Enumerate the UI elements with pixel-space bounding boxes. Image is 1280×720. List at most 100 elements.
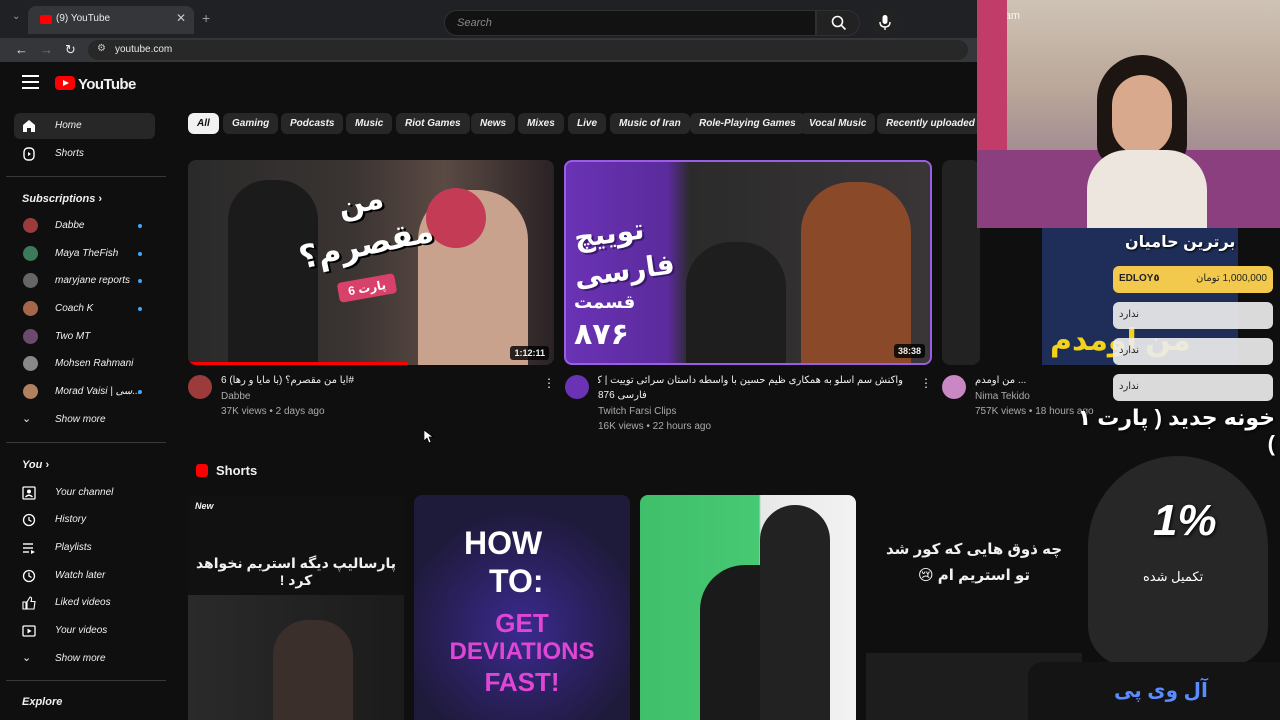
- chip-music[interactable]: Music: [346, 113, 393, 134]
- channel-avatar[interactable]: [565, 375, 589, 399]
- sidebar-item-watch-later[interactable]: Watch later: [14, 563, 155, 589]
- video-thumbnail[interactable]: توییچ فارسی قسمت ۸۷۶ 38:38: [564, 160, 932, 365]
- show-more-subscriptions[interactable]: ⌄ Show more: [14, 407, 155, 433]
- channel-name[interactable]: Nima Tekido: [975, 391, 1030, 402]
- chip-all[interactable]: All: [188, 113, 219, 134]
- search-button[interactable]: [816, 10, 860, 36]
- sidebar-item-subscription[interactable]: maryjane reports: [14, 268, 155, 294]
- video-title[interactable]: واکنش سم اسلو به همکاری ظیم حسین با واسط…: [598, 375, 903, 386]
- chip-news[interactable]: News: [471, 113, 516, 134]
- subscription-label: Coach K: [55, 303, 94, 314]
- youtube-logo-text[interactable]: YouTube: [78, 76, 136, 93]
- subscription-label: maryjane reports: [55, 275, 131, 286]
- voice-search-button[interactable]: [872, 10, 898, 36]
- short-text: HOW: [464, 525, 543, 561]
- short-card[interactable]: New پارسالیپ دیگه استریم نخواهد کرد !: [188, 495, 404, 720]
- sidebar-item-subscription[interactable]: Dabbe: [14, 213, 155, 239]
- channel-avatar[interactable]: [942, 375, 966, 399]
- video-title-text: آیا من مقصرم؟ (با مایا و رها) 6#: [221, 375, 354, 386]
- short-text: DEVIATIONS: [449, 638, 595, 665]
- forward-icon[interactable]: →: [40, 42, 53, 57]
- chip-recently-uploaded[interactable]: Recently uploaded: [877, 113, 984, 134]
- play-square-icon: [22, 625, 36, 637]
- browser-tab-youtube[interactable]: (9) YouTube ✕: [28, 6, 194, 34]
- more-options-icon[interactable]: ⋮: [920, 376, 932, 390]
- sidebar-item-subscription[interactable]: Mohsen Rahmani: [14, 351, 155, 377]
- thumbnail-text: قسمت: [574, 292, 636, 312]
- url-input[interactable]: ⚙ youtube.com: [88, 40, 968, 60]
- donor-name: ندارد: [1119, 381, 1140, 392]
- short-text: FAST!: [484, 667, 560, 697]
- new-content-dot: [138, 307, 142, 311]
- sidebar-item-playlists[interactable]: Playlists: [14, 535, 155, 561]
- donor-row: ندارد: [1113, 338, 1273, 365]
- subscriptions-heading[interactable]: Subscriptions ›: [22, 193, 102, 205]
- new-content-dot: [138, 224, 142, 228]
- donor-amount: 1,000,000 تومان: [1196, 273, 1267, 284]
- sidebar-item-your-videos[interactable]: Your videos: [14, 618, 155, 644]
- new-badge: New: [195, 501, 214, 511]
- search-input[interactable]: Search: [444, 10, 816, 36]
- tab-close-icon[interactable]: ✕: [176, 11, 186, 25]
- chip-live[interactable]: Live: [568, 113, 607, 134]
- avatar: [23, 273, 38, 288]
- back-icon[interactable]: ←: [15, 42, 28, 57]
- chip-role-playing-games[interactable]: Role-Playing Games: [690, 113, 805, 134]
- channel-name[interactable]: Dabbe: [221, 391, 250, 402]
- chip-riot-games[interactable]: Riot Games: [396, 113, 470, 134]
- channel-avatar[interactable]: [188, 375, 212, 399]
- webcam-person-face: [1112, 75, 1172, 155]
- chip-podcasts[interactable]: Podcasts: [281, 113, 344, 134]
- youtube-logo-icon[interactable]: [55, 76, 75, 90]
- short-text: GET: [495, 608, 549, 638]
- short-card[interactable]: [640, 495, 856, 720]
- sidebar-item-home[interactable]: Home: [14, 113, 155, 139]
- sidebar-item-subscription[interactable]: Maya TheFish: [14, 241, 155, 267]
- sidebar: Home Shorts Subscriptions › Dabbe Maya T…: [0, 110, 168, 720]
- sidebar-item-subscription[interactable]: Coach K: [14, 296, 155, 322]
- sidebar-item-subscription[interactable]: Morad Vaisi | سی...: [14, 379, 155, 405]
- explore-heading[interactable]: Explore: [22, 696, 62, 708]
- hamburger-menu-icon[interactable]: [22, 75, 39, 89]
- video-duration: 38:38: [893, 344, 925, 358]
- youtube-header: YouTube: [0, 62, 980, 110]
- thumbnail-badge: پارت 6: [336, 273, 398, 303]
- video-thumbnail[interactable]: [942, 160, 980, 365]
- thumbnail-person: [760, 505, 830, 720]
- sidebar-item-label: Playlists: [55, 542, 92, 553]
- chip-mixes[interactable]: Mixes: [518, 113, 564, 134]
- site-settings-icon[interactable]: ⚙: [97, 43, 106, 54]
- sidebar-item-shorts[interactable]: Shorts: [14, 141, 155, 167]
- donor-row: ندارد: [1113, 374, 1273, 401]
- reload-icon[interactable]: ↻: [65, 42, 76, 58]
- subscription-label: Mohsen Rahmani: [55, 358, 134, 369]
- show-more-you[interactable]: ⌄ Show more: [14, 646, 155, 672]
- top-donors-title: برترین حامیان: [1125, 234, 1236, 251]
- sidebar-item-liked-videos[interactable]: Liked videos: [14, 590, 155, 616]
- chip-music-of-iran[interactable]: Music of Iran: [610, 113, 690, 134]
- stream-subtitle: خونه جدید ( پارت ۱ ): [1077, 405, 1275, 456]
- sidebar-item-label: Your videos: [55, 625, 108, 636]
- shorts-logo-icon: [196, 464, 208, 477]
- chip-vocal-music[interactable]: Vocal Music: [800, 113, 876, 134]
- sidebar-item-subscription[interactable]: Two MT: [14, 324, 155, 350]
- search-icon: [831, 15, 847, 31]
- sidebar-divider: [6, 680, 166, 681]
- channel-name[interactable]: Twitch Farsi Clips: [598, 406, 676, 417]
- new-tab-icon[interactable]: +: [202, 10, 210, 26]
- more-options-icon[interactable]: ⋮: [543, 376, 555, 390]
- video-title[interactable]: من اومدم ...: [975, 375, 1045, 386]
- sidebar-item-label: History: [55, 514, 87, 525]
- webcam-person-body: [1087, 150, 1207, 228]
- tab-title: (9) YouTube: [56, 13, 111, 24]
- chevron-down-icon: ⌄: [22, 652, 32, 664]
- short-card[interactable]: HOW TO: GET DEVIATIONS FAST!: [414, 495, 630, 720]
- tab-list-chevron-icon[interactable]: ⌄: [12, 11, 20, 22]
- thumbs-up-icon: [22, 596, 36, 610]
- video-title[interactable]: آیا من مقصرم؟ (با مایا و رها) 6#: [221, 375, 531, 386]
- sidebar-item-history[interactable]: History: [14, 507, 155, 533]
- you-heading[interactable]: You ›: [22, 459, 49, 471]
- video-thumbnail[interactable]: من مقصرم؟ پارت 6 1:12:11: [188, 160, 554, 365]
- sidebar-item-your-channel[interactable]: Your channel: [14, 480, 155, 506]
- chip-gaming[interactable]: Gaming: [223, 113, 279, 134]
